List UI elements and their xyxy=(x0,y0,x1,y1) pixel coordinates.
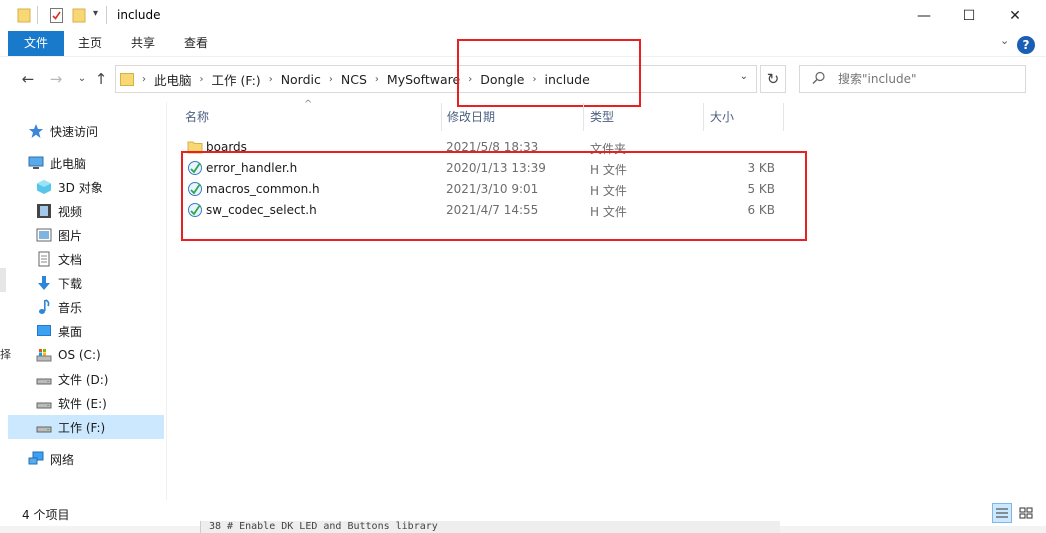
download-icon xyxy=(38,276,50,290)
sidebar-item-label: 工作 (F:) xyxy=(58,420,106,435)
breadcrumb-mysoftware[interactable]: MySoftware xyxy=(383,72,464,87)
new-folder-icon[interactable] xyxy=(72,7,86,23)
computer-icon xyxy=(28,156,44,169)
drive-icon xyxy=(36,378,52,385)
sidebar-item-label: 桌面 xyxy=(58,324,83,339)
column-header-type[interactable]: 类型 xyxy=(585,103,703,131)
customize-quick-access-icon[interactable]: ▾ xyxy=(93,8,98,19)
tab-home[interactable]: 主页 xyxy=(70,31,110,56)
sidebar-item-label: 快速访问 xyxy=(50,124,99,139)
breadcrumb-separator[interactable]: › xyxy=(196,74,208,85)
sidebar-item-documents[interactable]: 文档 xyxy=(36,247,164,271)
background-code-line: 38 # Enable DK LED and Buttons library xyxy=(200,521,780,533)
help-icon[interactable]: ? xyxy=(1017,36,1035,54)
picture-icon xyxy=(36,228,52,242)
details-view-icon[interactable] xyxy=(992,503,1012,523)
desktop-icon xyxy=(37,325,51,336)
sidebar-item-drive-d[interactable]: 文件 (D:) xyxy=(36,367,164,391)
folder-icon xyxy=(120,73,134,86)
annotation-box-breadcrumb xyxy=(457,39,641,107)
sidebar-item-desktop[interactable]: 桌面 xyxy=(36,319,164,343)
breadcrumb-this-pc[interactable]: 此电脑 xyxy=(150,70,196,89)
qa-divider xyxy=(37,6,38,24)
os-drive-icon xyxy=(36,349,52,362)
sidebar-item-label: 下载 xyxy=(58,276,83,291)
sidebar-item-label: 软件 (E:) xyxy=(58,396,107,411)
title-divider xyxy=(106,6,107,24)
network-icon xyxy=(28,451,44,465)
sidebar-item-label: 视频 xyxy=(58,204,83,219)
breadcrumb-separator[interactable]: › xyxy=(265,74,277,85)
sidebar-item-pictures[interactable]: 图片 xyxy=(36,223,164,247)
sidebar-item-videos[interactable]: 视频 xyxy=(36,199,164,223)
column-header-size[interactable]: 大小 xyxy=(705,103,783,131)
sidebar-item-network[interactable]: 网络 xyxy=(28,447,164,471)
tab-file[interactable]: 文件 xyxy=(8,31,64,56)
tab-share[interactable]: 共享 xyxy=(123,31,163,56)
refresh-button[interactable]: ↻ xyxy=(760,65,786,93)
sidebar-item-label: 3D 对象 xyxy=(58,180,103,195)
background-window-edge xyxy=(0,268,6,292)
tab-view[interactable]: 查看 xyxy=(176,31,216,56)
properties-icon[interactable] xyxy=(49,7,64,24)
sidebar-item-label: 文档 xyxy=(58,252,83,267)
cube-icon xyxy=(37,180,51,194)
breadcrumb-separator[interactable]: › xyxy=(138,74,150,85)
sidebar-item-3d-objects[interactable]: 3D 对象 xyxy=(36,175,164,199)
video-icon xyxy=(37,204,51,218)
annotation-box-files xyxy=(181,151,807,241)
back-button[interactable]: ← xyxy=(18,69,38,89)
maximize-button[interactable]: ☐ xyxy=(946,0,992,31)
title-bar: ▾ include — ☐ ✕ xyxy=(0,0,1046,31)
search-input[interactable] xyxy=(838,70,1018,88)
up-button[interactable]: ↑ xyxy=(91,69,111,89)
minimize-button[interactable]: — xyxy=(901,0,947,31)
close-button[interactable]: ✕ xyxy=(992,0,1038,31)
sidebar-item-label: 网络 xyxy=(50,452,75,467)
column-header-date[interactable]: 修改日期 xyxy=(442,103,583,131)
sidebar-item-label: 此电脑 xyxy=(50,156,87,171)
column-separator[interactable] xyxy=(703,103,704,131)
sidebar-item-label: 文件 (D:) xyxy=(58,372,109,387)
address-dropdown-icon[interactable]: ⌄ xyxy=(740,71,748,82)
expand-ribbon-icon[interactable]: ⌄ xyxy=(1000,34,1009,47)
column-separator[interactable] xyxy=(783,103,784,131)
search-icon xyxy=(812,71,825,84)
navigation-pane: 快速访问 此电脑 3D 对象 视频 图片 文档 下载 音乐 桌面 OS (C:)… xyxy=(0,102,166,500)
document-icon xyxy=(38,251,50,267)
breadcrumb-drive-f[interactable]: 工作 (F:) xyxy=(208,70,265,89)
column-separator[interactable] xyxy=(583,103,584,131)
column-header-name[interactable]: 名称 xyxy=(180,103,442,131)
sidebar-item-label: 图片 xyxy=(58,228,83,243)
sidebar-item-quick-access[interactable]: 快速访问 xyxy=(28,119,164,143)
sidebar-item-drive-f[interactable]: 工作 (F:) xyxy=(8,415,164,439)
background-window-char: 择 xyxy=(0,348,11,361)
window-title: include xyxy=(117,8,161,22)
sidebar-item-this-pc[interactable]: 此电脑 xyxy=(28,151,164,175)
sidebar-item-label: 音乐 xyxy=(58,300,83,315)
search-box[interactable] xyxy=(799,65,1026,93)
drive-icon xyxy=(36,426,52,433)
breadcrumb-separator[interactable]: › xyxy=(325,74,337,85)
item-count: 4 个项目 xyxy=(22,508,70,522)
sidebar-item-drive-e[interactable]: 软件 (E:) xyxy=(36,391,164,415)
breadcrumb-ncs[interactable]: NCS xyxy=(337,72,371,87)
star-icon xyxy=(29,124,43,138)
breadcrumb-nordic[interactable]: Nordic xyxy=(277,72,325,87)
sidebar-item-music[interactable]: 音乐 xyxy=(36,295,164,319)
large-icons-view-icon[interactable] xyxy=(1016,503,1036,523)
forward-button[interactable]: → xyxy=(46,69,66,89)
pane-divider xyxy=(166,102,167,500)
breadcrumb-separator[interactable]: › xyxy=(371,74,383,85)
sidebar-item-label: OS (C:) xyxy=(58,348,101,362)
sidebar-item-downloads[interactable]: 下载 xyxy=(36,271,164,295)
music-icon xyxy=(39,299,50,314)
recent-locations-button[interactable]: ⌄ xyxy=(72,69,92,89)
sidebar-item-drive-c[interactable]: OS (C:) xyxy=(36,343,164,367)
address-bar[interactable]: › 此电脑 › 工作 (F:) › Nordic › NCS › MySoftw… xyxy=(115,65,757,93)
drive-icon xyxy=(36,402,52,409)
folder-icon[interactable] xyxy=(17,7,31,23)
